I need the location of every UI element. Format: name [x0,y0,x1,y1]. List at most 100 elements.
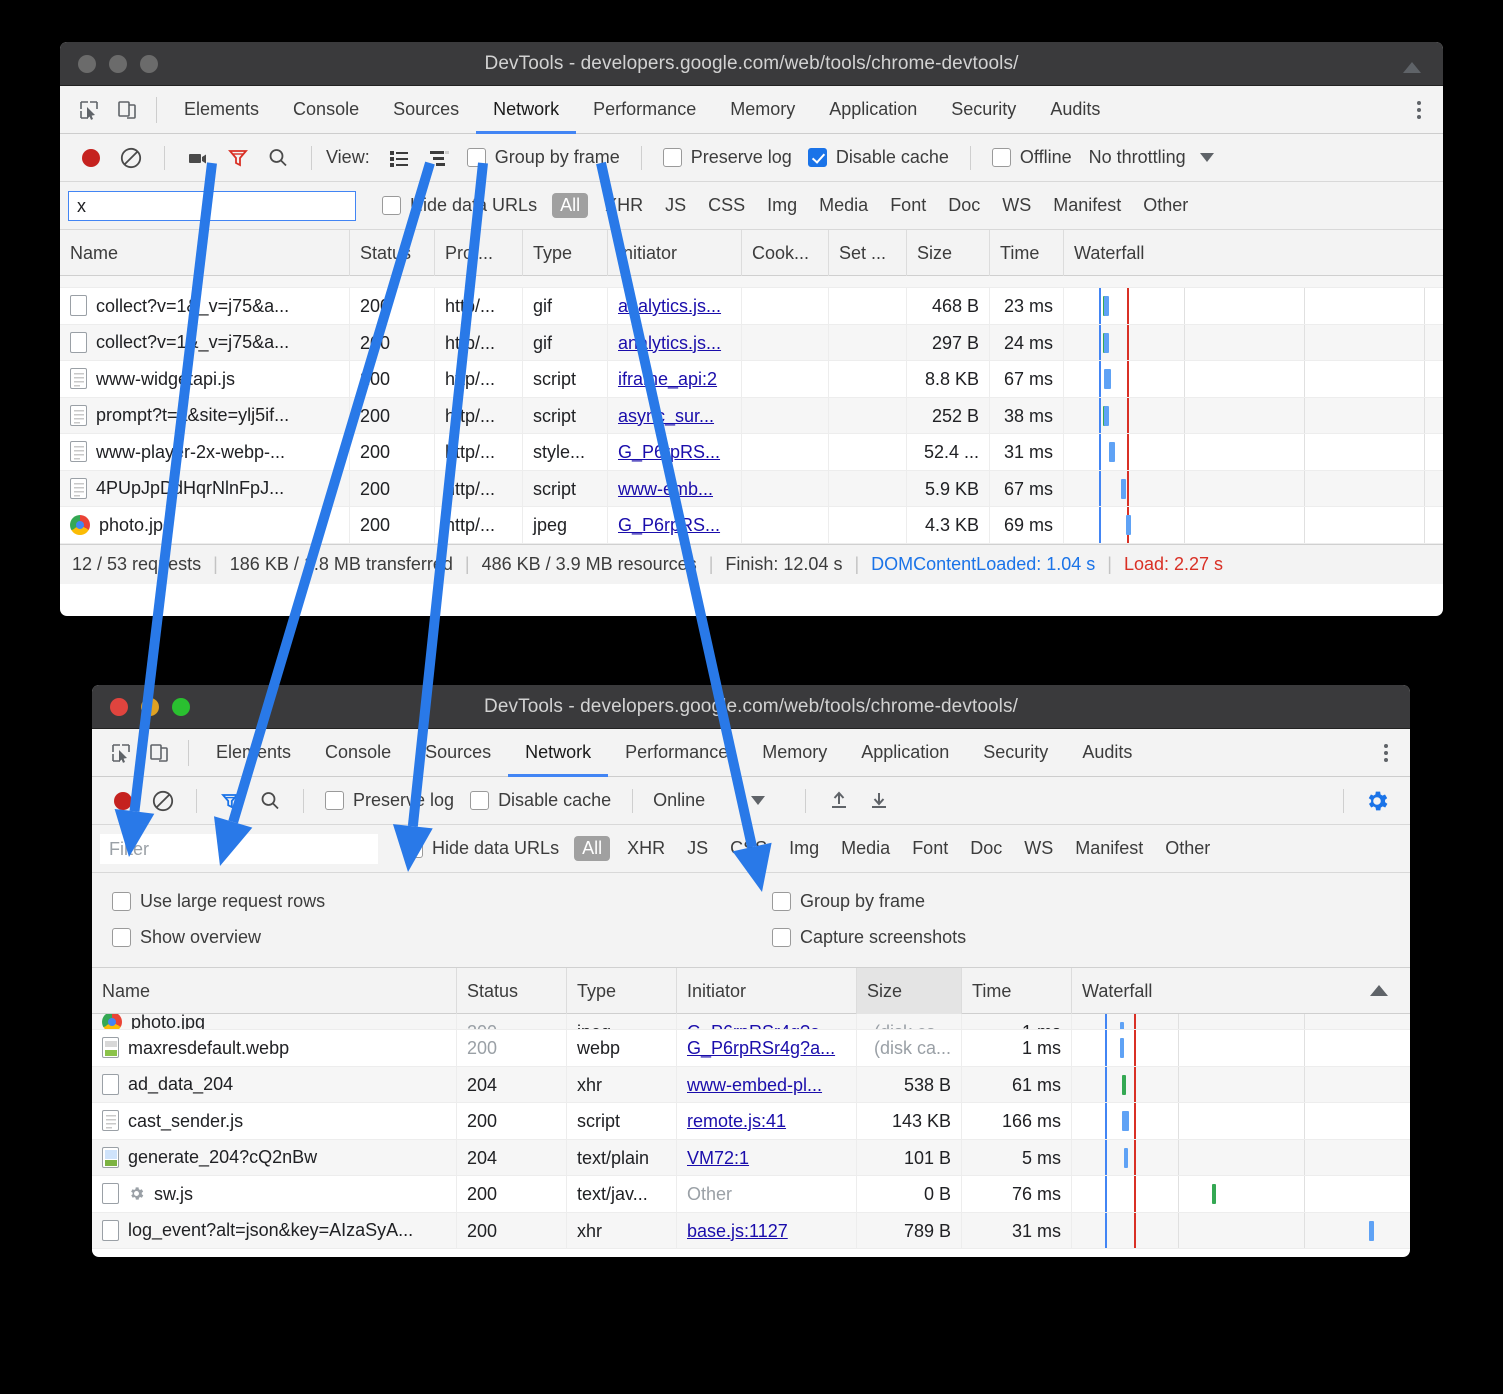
filter-type-xhr[interactable]: XHR [618,838,674,859]
cell-initiator[interactable]: Other [677,1176,857,1212]
preserve-log-checkbox-wrap-top[interactable]: Preserve log [662,147,792,168]
column-header-initiator[interactable]: Initiator [677,967,857,1014]
tab-elements[interactable]: Elements [167,86,276,134]
cell-initiator[interactable]: VM72:1 [677,1139,857,1175]
more-options-icon[interactable] [1399,100,1443,119]
filter-type-xhr[interactable]: XHR [596,195,652,216]
network-table-body-bottom[interactable]: photo.jpg200jpegG_P6rpRSr4g?a...(disk ca… [92,1014,1410,1257]
cell-initiator[interactable]: remote.js:41 [677,1103,857,1139]
preserve-log-checkbox[interactable] [325,791,344,810]
table-row[interactable]: photo.jpg 200 http/... jpeg G_P6rpRS... 4.3 K… [60,507,1443,544]
network-table-header-top[interactable]: Name Status Prot... Type Initiator Cook.… [60,62,1443,276]
tab-elements[interactable]: Elements [199,729,308,777]
column-header-type[interactable]: Type [567,967,677,1014]
devtools-window-top[interactable]: DevTools - developers.google.com/web/too… [60,42,1443,616]
gear-icon[interactable] [1360,784,1394,818]
filter-type-doc[interactable]: Doc [961,838,1011,859]
tab-network[interactable]: Network [476,86,576,134]
import-har-icon[interactable] [822,784,856,818]
filter-type-ws[interactable]: WS [1015,838,1062,859]
column-header-name[interactable]: Name [60,229,350,276]
tab-audits[interactable]: Audits [1033,86,1117,134]
filter-type-ws[interactable]: WS [993,195,1040,216]
tab-network[interactable]: Network [508,729,608,777]
filter-icon[interactable] [221,141,255,175]
export-har-icon[interactable] [862,784,896,818]
table-row[interactable]: maxresdefault.webp 200 webp G_P6rpRSr4g?a..… [92,1030,1410,1067]
tab-performance[interactable]: Performance [576,86,713,134]
window-controls-top[interactable] [78,54,158,73]
tab-security[interactable]: Security [934,86,1033,134]
device-toolbar-icon[interactable] [110,93,144,127]
preserve-log-checkbox[interactable] [662,148,682,167]
group-by-frame-checkbox[interactable] [772,891,791,911]
cell-name[interactable]: log_event?alt=json&key=AIzaSyA... [92,1212,457,1248]
initiator-link[interactable]: base.js:1127 [687,1221,788,1241]
disable-cache-checkbox[interactable] [807,148,827,167]
cell-name[interactable]: sw.js [92,1176,457,1212]
filter-type-img[interactable]: Img [758,195,806,216]
cell-name[interactable]: ad_data_204 [92,1066,457,1102]
minimize-button[interactable] [141,697,159,716]
filter-type-all[interactable]: All [574,836,611,861]
cell-initiator[interactable]: iframe_api:2 [608,361,742,397]
filter-type-css[interactable]: CSS [699,195,754,216]
network-toolbar-bottom[interactable]: Preserve log Disable cache Online [92,777,1410,825]
column-header-setcookies[interactable]: Set ... [829,229,907,276]
column-header-waterfall[interactable]: Waterfall [1064,230,1443,276]
search-icon[interactable] [261,141,295,175]
initiator-link[interactable]: analytics.js... [618,296,721,316]
cell-name[interactable]: 4PUpJpDdHqrNlnFpJ... [60,470,350,506]
tab-application[interactable]: Application [844,729,966,777]
offline-checkbox-wrap[interactable]: Offline [991,147,1072,168]
table-row[interactable]: maxresdefault.webp 200http/...webpG_P6rpR… [60,543,1443,544]
tab-memory[interactable]: Memory [745,729,844,777]
initiator-link[interactable]: G_P6rpRS... [618,442,720,462]
filter-type-font[interactable]: Font [903,838,957,859]
tab-sources[interactable]: Sources [376,86,476,134]
table-row[interactable]: prompt?t=a&site=ylj5if... 200 http/... scri… [60,397,1443,434]
filter-type-css[interactable]: CSS [721,838,776,859]
table-row[interactable]: collect?v=1&_v=j75&a... 200 http/... gif ana… [60,288,1443,325]
filter-type-manifest[interactable]: Manifest [1066,838,1152,859]
filter-type-js[interactable]: JS [656,195,695,216]
table-row[interactable]: collect?v=1&_v=j75&a... 200 http/... gif ana… [60,324,1443,361]
cell-name[interactable]: photo.jpg [92,1014,457,1029]
cell-initiator[interactable]: G_P6rpRS... [608,507,742,543]
show-overview-wrap[interactable]: Show overview [112,927,261,948]
filter-type-doc[interactable]: Doc [939,195,989,216]
filter-type-other[interactable]: Other [1156,838,1219,859]
initiator-link[interactable]: www-embed-pl... [687,1075,822,1095]
preserve-log-checkbox-wrap-bottom[interactable]: Preserve log [325,790,454,811]
cell-initiator[interactable]: analytics.js... [608,288,742,324]
filter-type-js[interactable]: JS [678,838,717,859]
hide-data-urls-wrap-bottom[interactable]: Hide data URLs [404,838,559,859]
devtools-tabbar-top[interactable]: Elements Console Sources Network Perform… [60,86,1443,134]
hide-data-urls-checkbox[interactable] [404,839,423,858]
cell-initiator[interactable]: G_P6rpRS... [608,543,742,544]
cell-name[interactable]: maxresdefault.webp [92,1030,457,1066]
tab-security[interactable]: Security [966,729,1065,777]
cell-initiator[interactable]: www-emb... [608,470,742,506]
capture-screenshots-checkbox[interactable] [772,927,791,947]
cell-initiator[interactable]: analytics.js... [608,324,742,360]
record-icon[interactable] [106,784,140,818]
initiator-link[interactable]: VM72:1 [687,1148,749,1168]
tab-console[interactable]: Console [308,729,408,777]
table-row[interactable]: sw.js 200 text/jav... Other 0 B 76 ms [92,1176,1410,1213]
column-header-waterfall[interactable]: Waterfall [1072,968,1410,1014]
hide-data-urls-checkbox[interactable] [382,196,401,215]
device-toolbar-icon[interactable] [142,736,176,770]
table-row-partial[interactable] [60,276,1443,288]
table-row[interactable]: ad_data_204 204 xhr www-embed-pl... 538 B 61 … [92,1066,1410,1103]
cell-initiator[interactable]: G_P6rpRSr4g?a... [677,1014,857,1029]
column-header-status[interactable]: Status [350,229,435,276]
filter-row-bottom[interactable]: Filter Hide data URLs All XHR JS CSS Img… [92,825,1410,873]
initiator-link[interactable]: G_P6rpRSr4g?a... [687,1022,835,1029]
network-settings-panel[interactable]: Use large request rows Group by frame Sh… [92,873,1410,968]
search-icon[interactable] [253,784,287,818]
close-button[interactable] [78,54,96,73]
column-header-protocol[interactable]: Prot... [435,229,523,276]
filter-input-top[interactable]: x [68,190,356,221]
filter-type-media[interactable]: Media [832,838,899,859]
